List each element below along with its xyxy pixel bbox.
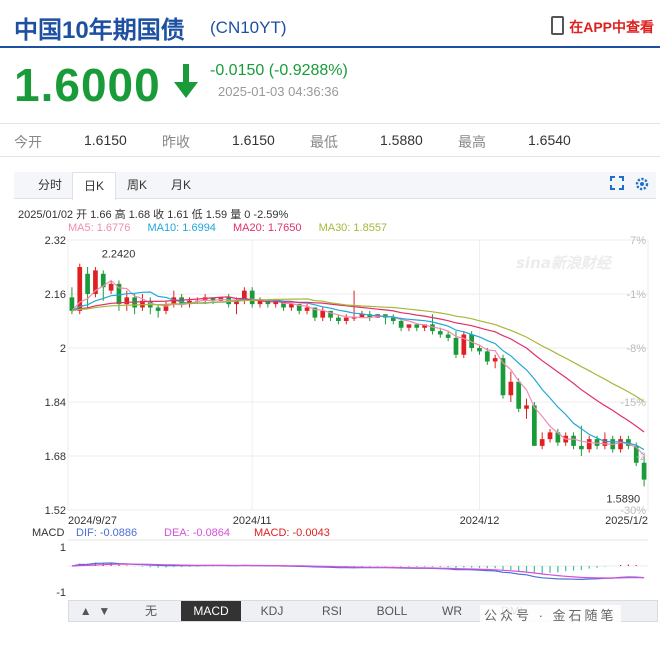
open-in-app-label: 在APP中查看 <box>569 19 654 35</box>
candle-body <box>532 405 537 446</box>
pct-tick-label: -8% <box>626 343 646 355</box>
candle-body <box>406 324 412 328</box>
page-title: 中国10年期国债 <box>14 17 185 44</box>
candle-body <box>437 331 443 335</box>
title-bar: 中国10年期国债 (CN10YT) 在APP中查看 <box>0 0 660 48</box>
candle-body <box>539 439 545 446</box>
quote-datetime: 2025-01-03 04:36:36 <box>218 84 339 99</box>
candle-body <box>571 435 576 446</box>
macd-value-label: MACD: -0.0043 <box>254 527 330 539</box>
candle-body <box>249 290 255 305</box>
candle-body <box>124 297 130 305</box>
candle-info-line: 2025/01/02 开 1.66 高 1.68 收 1.61 低 1.59 量… <box>18 209 289 221</box>
scroll-up-icon[interactable]: ▲ <box>80 604 92 618</box>
candle-body <box>477 348 482 352</box>
macd-dif-label: DIF: -0.0886 <box>76 527 137 539</box>
candle-body <box>445 334 451 338</box>
candle-body <box>484 351 490 362</box>
candle-body <box>414 324 420 328</box>
candle-body <box>618 439 623 450</box>
pct-tick-label: 7% <box>630 235 646 247</box>
candle-body <box>155 307 161 311</box>
candle-body <box>85 273 90 294</box>
prev-close-label: 昨收 <box>162 134 190 150</box>
wechat-watermark: 公众号 · 金石随笔 <box>480 605 621 624</box>
candle-body <box>304 307 310 311</box>
candle-body <box>508 381 514 396</box>
y-tick-label: 2.16 <box>45 289 66 301</box>
tab-indicator-boll[interactable]: BOLL <box>363 601 421 621</box>
tab-weekly-k[interactable]: 周K <box>116 172 158 198</box>
tab-intraday[interactable]: 分时 <box>28 172 72 198</box>
x-tick-label: 2024/11 <box>233 515 272 527</box>
tab-indicator-macd[interactable]: MACD <box>181 601 241 621</box>
open-label: 今开 <box>14 134 42 150</box>
plot-frame <box>67 239 649 511</box>
pct-tick-label: -2 <box>636 451 646 463</box>
y-tick-label: 1.84 <box>45 397 66 409</box>
pct-tick-label: -1% <box>626 289 646 301</box>
pct-tick-label: -15% <box>620 397 646 409</box>
high-label: 最高 <box>458 134 486 150</box>
candle-body <box>453 337 459 355</box>
tab-daily-k[interactable]: 日K <box>72 172 116 200</box>
stats-bar: 今开 1.6150 昨收 1.6150 最低 1.5880 最高 1.6540 <box>0 123 660 157</box>
svg-text:sina新浪财经: sina新浪财经 <box>516 254 613 272</box>
tab-monthly-k[interactable]: 月K <box>160 172 202 198</box>
y-tick-label: 2.32 <box>45 235 66 247</box>
symbol-code: (CN10YT) <box>210 18 287 37</box>
low-value: 1.5880 <box>380 132 423 148</box>
last-price: 1.6000 <box>14 59 161 111</box>
candle-body <box>398 321 404 328</box>
open-value: 1.6150 <box>84 132 127 148</box>
scroll-buttons[interactable]: ▲ ▼ <box>69 601 121 621</box>
tab-indicator-none[interactable]: 无 <box>123 601 179 621</box>
x-tick-label: 2024/12 <box>460 515 500 527</box>
macd-label: MACD <box>32 527 64 539</box>
macd-y-label: -1 <box>56 587 66 598</box>
phone-icon <box>551 16 565 35</box>
high-annotation: 2.2420 <box>102 249 136 261</box>
kline-chart[interactable]: sina新浪财经 2.32 7% 2.16 -1% 2 -8% 1.84 -15% 1.68 -2… <box>0 228 660 598</box>
candle-body <box>289 304 294 308</box>
high-value: 1.6540 <box>528 132 571 148</box>
x-tick-label: 2025/1/2 <box>605 515 648 527</box>
candle-body <box>108 283 114 291</box>
candle-body <box>226 297 232 305</box>
candle-body <box>547 432 553 440</box>
y-tick-label: 1.52 <box>45 505 66 517</box>
low-label: 最低 <box>310 134 338 150</box>
tab-indicator-rsi[interactable]: RSI <box>303 601 361 621</box>
candle-body <box>343 317 349 321</box>
tab-indicator-wr[interactable]: WR <box>423 601 481 621</box>
y-tick-label: 1.68 <box>45 451 66 463</box>
period-tabs: 分时 日K 周K 月K <box>14 172 656 200</box>
candle-body <box>351 317 357 319</box>
candle-body <box>641 462 647 480</box>
tab-indicator-kdj[interactable]: KDJ <box>243 601 301 621</box>
scroll-down-icon[interactable]: ▼ <box>98 604 110 618</box>
x-tick-label: 2024/9/27 <box>68 515 117 527</box>
candle-body <box>524 405 529 409</box>
candle-body <box>586 439 592 450</box>
sina-finance-watermark: sina新浪财经 <box>516 254 613 272</box>
gear-icon[interactable] <box>634 176 650 192</box>
candle-body <box>516 381 522 409</box>
candle-body <box>336 317 341 321</box>
prev-close-value: 1.6150 <box>232 132 275 148</box>
candle-body <box>320 310 326 318</box>
macd-dea-label: DEA: -0.0864 <box>164 527 230 539</box>
low-annotation: 1.5890 <box>606 493 640 505</box>
macd-y-label: 1 <box>60 542 66 554</box>
candle-body <box>492 358 498 362</box>
price-change: -0.0150 (-0.9288%) <box>210 62 348 79</box>
y-tick-label: 2 <box>60 343 66 355</box>
down-arrow-icon <box>174 64 198 98</box>
fullscreen-icon[interactable] <box>610 176 624 190</box>
open-in-app-link[interactable]: 在APP中查看 <box>551 16 654 37</box>
candle-body <box>579 445 584 450</box>
